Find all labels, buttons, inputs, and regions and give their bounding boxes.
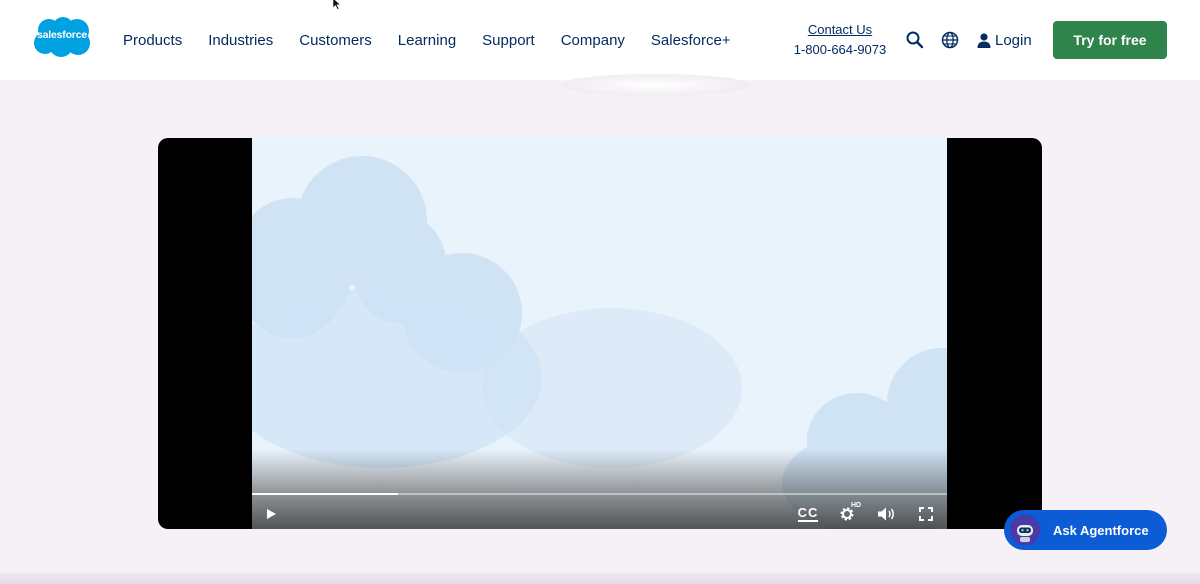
progress-fill xyxy=(252,493,398,495)
fullscreen-button[interactable] xyxy=(916,505,936,523)
fullscreen-icon xyxy=(919,507,933,521)
volume-button[interactable] xyxy=(877,505,897,523)
decorative-cloud xyxy=(560,74,750,96)
ask-agentforce-label: Ask Agentforce xyxy=(1053,522,1149,538)
mouse-cursor-icon xyxy=(332,0,342,10)
login-button[interactable]: Login xyxy=(976,30,1032,50)
captions-button[interactable]: CC xyxy=(797,505,819,523)
agentforce-avatar xyxy=(1010,515,1040,545)
page-section-divider xyxy=(0,573,1200,584)
logo-text: salesforce xyxy=(37,29,87,41)
cloud-illustration xyxy=(482,308,742,468)
video-player[interactable]: CC HD xyxy=(158,138,1042,529)
cc-label: CC xyxy=(797,505,819,522)
nav-item-support[interactable]: Support xyxy=(482,32,535,49)
video-frame[interactable]: CC HD xyxy=(252,138,947,529)
play-button[interactable] xyxy=(261,505,281,523)
hd-badge: HD xyxy=(851,502,862,509)
search-icon[interactable] xyxy=(905,30,925,50)
volume-icon xyxy=(878,507,894,521)
nav-item-products[interactable]: Products xyxy=(123,32,182,49)
main-nav: Products Industries Customers Learning S… xyxy=(110,0,744,80)
nav-item-industries[interactable]: Industries xyxy=(208,32,273,49)
salesforce-logo[interactable]: salesforce xyxy=(32,16,92,58)
contact-phone[interactable]: 1-800-664-9073 xyxy=(790,42,890,57)
try-for-free-button[interactable]: Try for free xyxy=(1053,21,1167,59)
globe-icon[interactable] xyxy=(940,30,960,50)
nav-item-company[interactable]: Company xyxy=(561,32,625,49)
contact-block: Contact Us 1-800-664-9073 xyxy=(790,22,890,57)
contact-us-link[interactable]: Contact Us xyxy=(790,22,890,37)
user-icon xyxy=(977,33,991,48)
progress-bar[interactable] xyxy=(252,493,947,495)
play-icon xyxy=(267,509,276,519)
nav-item-learning[interactable]: Learning xyxy=(398,32,456,49)
nav-item-customers[interactable]: Customers xyxy=(299,32,372,49)
nav-item-salesforce-plus[interactable]: Salesforce+ xyxy=(651,32,731,49)
settings-button[interactable]: HD xyxy=(837,502,861,523)
site-header: salesforce Products Industries Customers… xyxy=(0,0,1200,80)
login-label: Login xyxy=(995,31,1032,49)
ask-agentforce-button[interactable]: Ask Agentforce xyxy=(1004,510,1167,550)
